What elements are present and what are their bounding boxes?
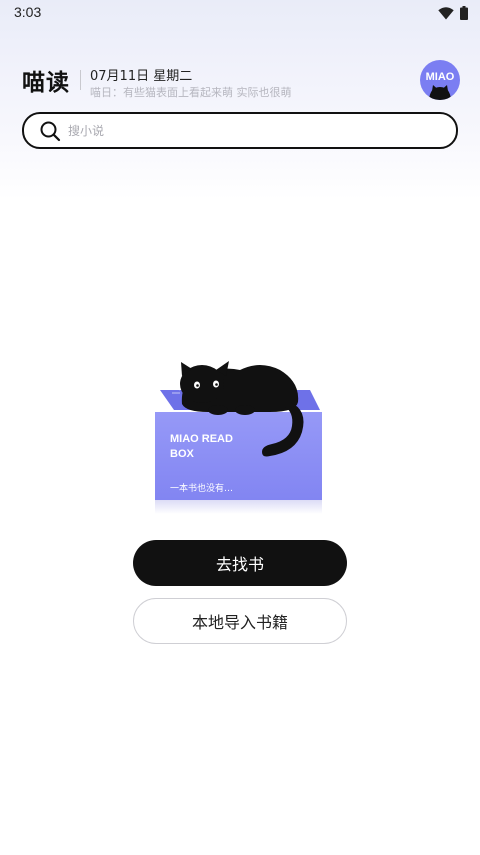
status-bar: 3:03 xyxy=(0,0,480,24)
search-input[interactable] xyxy=(68,120,428,141)
avatar[interactable]: MIAO xyxy=(420,60,460,100)
daily-slogan: 喵日：有些猫表面上看起来萌 实际也很萌 xyxy=(90,86,292,99)
avatar-cat-icon xyxy=(429,85,451,100)
search-bar[interactable] xyxy=(22,112,458,149)
app-header: 喵读 07月11日 星期二 喵日：有些猫表面上看起来萌 实际也很萌 MIAO xyxy=(0,58,480,104)
import-local-books-button[interactable]: 本地导入书籍 xyxy=(133,598,347,644)
search-icon xyxy=(39,120,61,146)
status-time: 3:03 xyxy=(14,4,42,20)
box-title: MIAO READ BOX xyxy=(170,433,233,460)
empty-bookshelf-illustration: MIAO READ BOX 一本书也没有… xyxy=(150,352,330,522)
date-label: 07月11日 星期二 xyxy=(90,69,193,84)
header-divider xyxy=(80,70,81,90)
find-books-button[interactable]: 去找书 xyxy=(133,540,347,586)
wifi-icon xyxy=(438,5,454,24)
app-logo: 喵读 xyxy=(22,70,70,96)
battery-icon xyxy=(460,5,468,24)
status-icons xyxy=(438,5,468,24)
box-subtitle: 一本书也没有… xyxy=(170,484,234,494)
